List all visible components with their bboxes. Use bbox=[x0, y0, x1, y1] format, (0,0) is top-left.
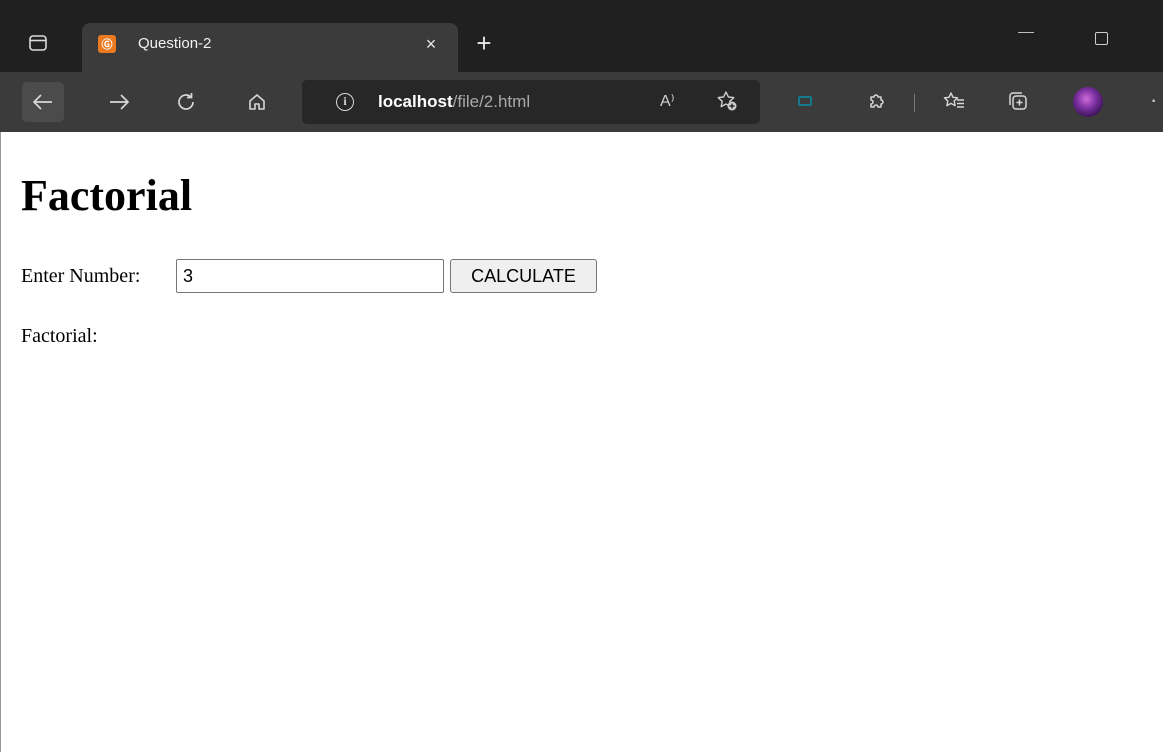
forward-arrow-icon bbox=[110, 94, 130, 110]
maximize-icon[interactable] bbox=[1095, 32, 1108, 45]
tab-strip: Ⓖ Question-2 × + bbox=[0, 0, 1163, 72]
url-host: localhost bbox=[378, 92, 453, 111]
profile-avatar[interactable] bbox=[1073, 87, 1103, 117]
refresh-icon bbox=[178, 93, 194, 110]
new-tab-button[interactable]: + bbox=[470, 30, 498, 58]
minimize-icon[interactable] bbox=[1018, 32, 1034, 33]
number-label: Enter Number: bbox=[21, 265, 141, 287]
forward-button[interactable] bbox=[98, 82, 140, 122]
favorites-icon[interactable] bbox=[940, 86, 968, 116]
xampp-favicon-icon: Ⓖ bbox=[98, 35, 116, 53]
tab-close-icon[interactable]: × bbox=[418, 31, 444, 57]
extension-icon[interactable] bbox=[790, 86, 820, 116]
collections-icon[interactable] bbox=[1004, 86, 1032, 116]
calculate-button[interactable]: CALCULATE bbox=[450, 259, 597, 293]
factorial-result-label: Factorial: bbox=[21, 325, 98, 347]
back-arrow-icon bbox=[32, 94, 52, 110]
puzzle-icon[interactable] bbox=[863, 86, 891, 116]
page-content: Factorial Enter Number: CALCULATE Factor… bbox=[0, 132, 1163, 752]
home-icon bbox=[249, 94, 265, 110]
add-favorite-icon[interactable] bbox=[716, 90, 738, 117]
more-icon[interactable]: · bbox=[1150, 89, 1157, 111]
address-bar[interactable]: i localhost/file/2.html A⁾ bbox=[302, 80, 760, 124]
browser-window: Ⓖ Question-2 × + i localhost/file/2.html… bbox=[0, 0, 1163, 752]
url-text[interactable]: localhost/file/2.html bbox=[378, 91, 530, 113]
refresh-button[interactable] bbox=[165, 82, 207, 122]
tab-question-2[interactable]: Ⓖ Question-2 × bbox=[82, 23, 458, 72]
url-path: /file/2.html bbox=[452, 92, 531, 111]
number-input[interactable] bbox=[176, 259, 444, 293]
navigation-toolbar: i localhost/file/2.html A⁾ · bbox=[0, 72, 1163, 132]
read-aloud-icon[interactable]: A⁾ bbox=[660, 92, 675, 112]
info-icon[interactable]: i bbox=[336, 93, 354, 111]
page-heading: Factorial bbox=[21, 171, 193, 220]
home-button[interactable] bbox=[236, 82, 278, 122]
tab-title: Question-2 bbox=[138, 35, 212, 52]
back-button[interactable] bbox=[22, 82, 64, 122]
tab-actions-icon[interactable] bbox=[26, 31, 50, 55]
toolbar-divider bbox=[914, 94, 915, 112]
extension-box-icon bbox=[798, 96, 812, 106]
